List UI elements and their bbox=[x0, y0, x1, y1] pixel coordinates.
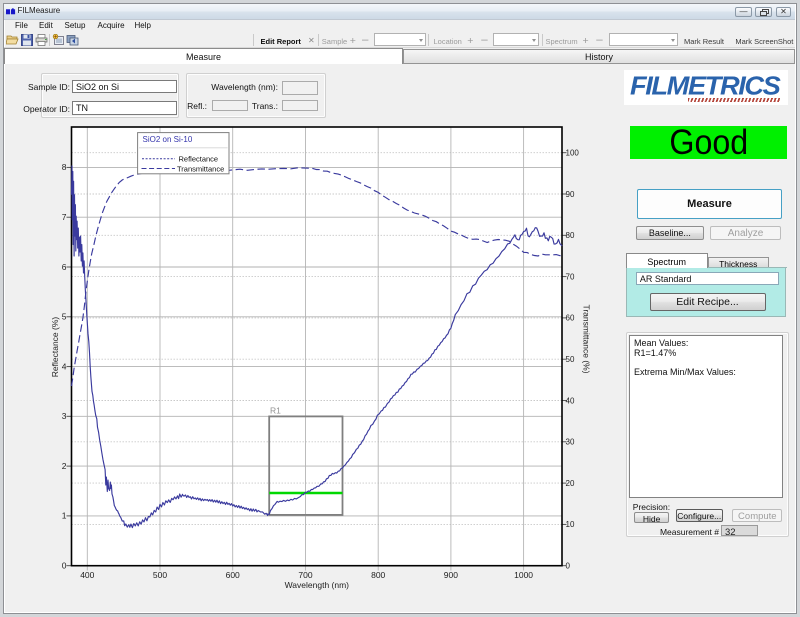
svg-text:2: 2 bbox=[62, 461, 67, 471]
svg-text:1000: 1000 bbox=[514, 570, 533, 580]
svg-text:70: 70 bbox=[566, 272, 575, 281]
svg-text:Reflectance (%): Reflectance (%) bbox=[50, 317, 60, 378]
svg-text:40: 40 bbox=[566, 396, 575, 405]
svg-text:100: 100 bbox=[566, 149, 580, 158]
svg-text:80: 80 bbox=[566, 231, 575, 240]
svg-text:Transmittance (%): Transmittance (%) bbox=[582, 304, 592, 373]
svg-text:20: 20 bbox=[566, 479, 575, 488]
svg-text:10: 10 bbox=[566, 520, 575, 529]
svg-text:R1: R1 bbox=[270, 406, 281, 416]
svg-text:4: 4 bbox=[62, 361, 67, 371]
svg-text:700: 700 bbox=[298, 570, 312, 580]
svg-text:Reflectance: Reflectance bbox=[179, 155, 219, 164]
svg-text:600: 600 bbox=[226, 570, 240, 580]
svg-text:8: 8 bbox=[62, 162, 67, 172]
svg-text:900: 900 bbox=[444, 570, 458, 580]
svg-text:800: 800 bbox=[371, 570, 385, 580]
svg-text:30: 30 bbox=[566, 438, 575, 447]
svg-text:0: 0 bbox=[62, 561, 67, 571]
svg-text:60: 60 bbox=[566, 314, 575, 323]
svg-text:50: 50 bbox=[566, 355, 575, 364]
svg-text:6: 6 bbox=[62, 262, 67, 272]
svg-text:5: 5 bbox=[62, 312, 67, 322]
svg-text:1: 1 bbox=[62, 511, 67, 521]
svg-text:Transmittance: Transmittance bbox=[177, 164, 224, 173]
svg-text:90: 90 bbox=[566, 190, 575, 199]
svg-text:SiO2 on Si-10: SiO2 on Si-10 bbox=[143, 135, 193, 144]
svg-text:7: 7 bbox=[62, 212, 67, 222]
svg-text:0: 0 bbox=[566, 562, 571, 571]
svg-text:3: 3 bbox=[62, 411, 67, 421]
svg-text:500: 500 bbox=[153, 570, 167, 580]
svg-text:400: 400 bbox=[80, 570, 94, 580]
svg-text:Wavelength (nm): Wavelength (nm) bbox=[285, 580, 350, 590]
